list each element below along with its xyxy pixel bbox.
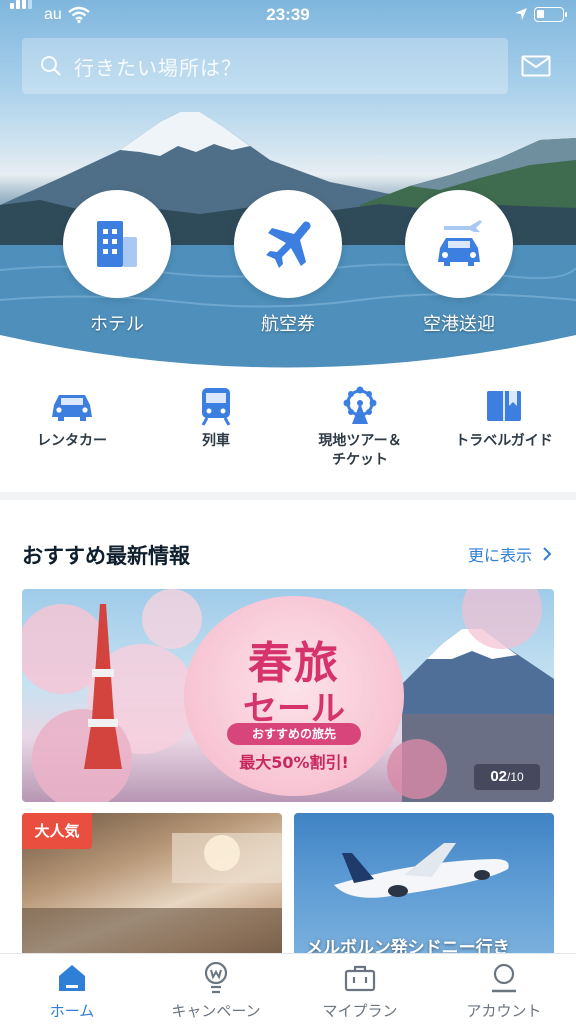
counter-total: /10 <box>507 770 524 784</box>
tab-label: マイプラン <box>322 1002 398 1020</box>
recommend-section: おすすめ最新情報 更に表示 春旅 セール おすすめの旅先 最大50%割引! 02… <box>0 500 576 963</box>
search-placeholder: 行きたい場所は？ <box>74 55 242 80</box>
category-label: 列車 <box>202 433 230 449</box>
home-icon <box>59 965 85 991</box>
chevron-right-icon <box>543 547 552 561</box>
briefcase-icon <box>344 965 376 992</box>
category-hotel[interactable]: ホテル <box>62 190 172 336</box>
book-icon <box>487 391 521 421</box>
category-label: トラベルガイド <box>455 433 553 449</box>
tab-account[interactable]: アカウント <box>432 960 576 1021</box>
hotel-icon <box>97 221 137 267</box>
airplane-icon <box>266 221 311 268</box>
banner-discount: 最大50%割引! <box>239 753 349 772</box>
mail-icon[interactable] <box>521 55 551 77</box>
status-bar: au 23:39 <box>0 0 576 30</box>
category-flights[interactable]: 航空券 <box>233 190 343 336</box>
show-more-link[interactable]: 更に表示 <box>468 542 552 566</box>
car-icon <box>52 395 92 421</box>
tab-label: ホーム <box>49 1002 95 1020</box>
category-label: ホテル <box>90 314 144 335</box>
popular-badge: 大人気 <box>22 813 92 849</box>
user-icon <box>492 963 516 993</box>
spring-sale-banner[interactable]: 春旅 セール おすすめの旅先 最大50%割引! 02/10 <box>22 589 554 802</box>
counter-current: 02 <box>490 768 507 785</box>
secondary-categories: レンタカー 列車 現地ツアー＆ チケット トラベルガイド <box>0 380 576 492</box>
category-airport-transfer[interactable]: 空港送迎 <box>404 190 514 336</box>
location-arrow-icon <box>515 8 527 20</box>
search-bar[interactable]: 行きたい場所は？ <box>22 38 508 94</box>
category-label: レンタカー <box>37 433 107 449</box>
show-more-label: 更に表示 <box>467 546 532 565</box>
recommend-card[interactable]: 大人気 <box>22 813 282 963</box>
carousel-counter: 02/10 <box>474 764 540 790</box>
clock: 23:39 <box>266 5 310 24</box>
tab-label: キャンペーン <box>171 1002 261 1020</box>
section-title: おすすめ最新情報 <box>22 544 190 568</box>
airport-transfer-icon <box>438 220 482 266</box>
hero-banner: au 23:39 行きたい場所は？ ホテル 航空券 空港送迎 <box>0 0 576 380</box>
lightbulb-icon <box>204 961 228 994</box>
tab-home[interactable]: ホーム <box>0 960 144 1021</box>
recommend-card[interactable]: メルボルン発シドニー行き <box>294 813 554 963</box>
train-icon <box>201 388 231 426</box>
ferris-wheel-icon <box>343 386 377 424</box>
tab-my-plan[interactable]: マイプラン <box>288 960 432 1021</box>
banner-pill: おすすめの旅先 <box>227 723 361 745</box>
battery-icon <box>534 7 567 22</box>
category-rental-car[interactable]: レンタカー <box>2 386 142 451</box>
bottom-tab-bar: ホーム キャンペーン マイプラン アカウント <box>0 953 576 1024</box>
category-label: 空港送迎 <box>423 314 495 335</box>
tab-campaign[interactable]: キャンペーン <box>144 960 288 1021</box>
category-train[interactable]: 列車 <box>146 386 286 451</box>
tab-label: アカウント <box>466 1002 542 1020</box>
category-tours-tickets[interactable]: 現地ツアー＆ チケット <box>290 386 430 470</box>
category-label: 現地ツアー＆ チケット <box>318 433 402 468</box>
category-travel-guide[interactable]: トラベルガイド <box>434 386 574 451</box>
search-icon <box>41 56 61 76</box>
category-label: 航空券 <box>261 314 315 335</box>
